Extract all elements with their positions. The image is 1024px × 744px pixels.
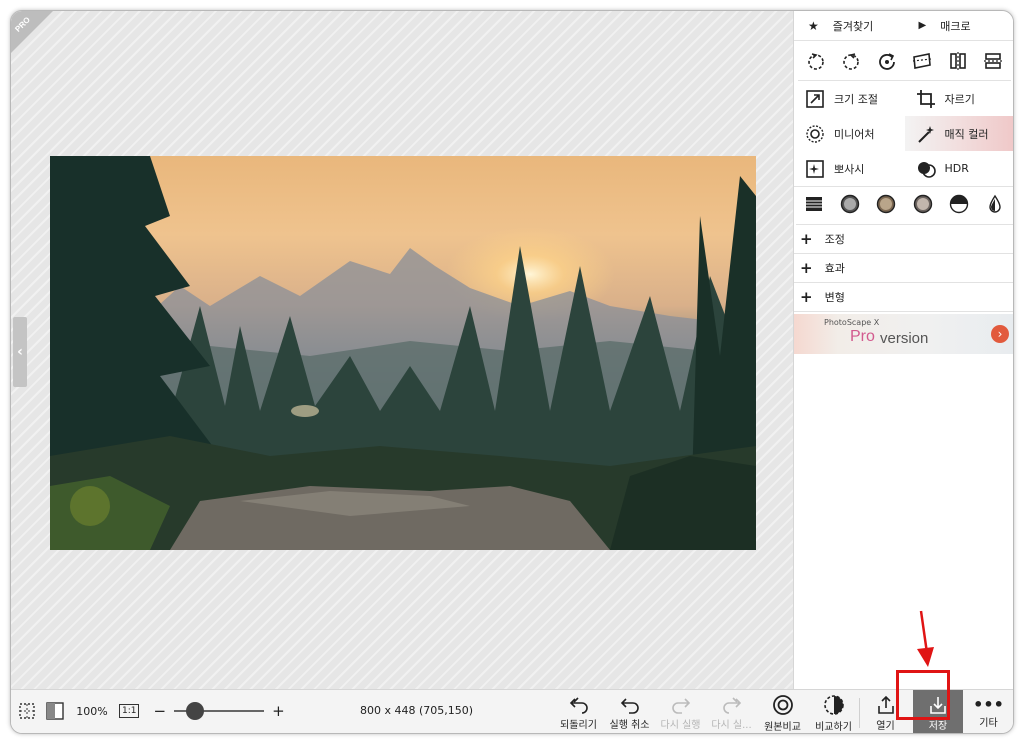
more-button[interactable]: ••• 기타 (963, 690, 1013, 733)
straighten-icon[interactable] (909, 48, 935, 74)
sidebar-top-row: ★ 즐겨찾기 ▶ 매크로 (794, 11, 1014, 41)
more-icon: ••• (973, 694, 1004, 714)
undo-icon (620, 697, 639, 714)
section-adjust[interactable]: + 조정 (794, 225, 1013, 254)
plus-icon: + (800, 259, 813, 277)
miniature-tool[interactable]: 미니어처 (794, 116, 905, 151)
zoom-value[interactable]: 100% (73, 705, 111, 718)
flip-vertical-icon[interactable] (980, 48, 1006, 74)
undo-button[interactable]: 실행 취소 (604, 690, 655, 733)
image-dimensions: 800 x 448 (705,150) (360, 704, 474, 717)
macro-button[interactable]: ▶ 매크로 (905, 18, 1014, 34)
hdr-tool[interactable]: HDR (905, 151, 1014, 186)
share-icon (877, 695, 894, 714)
star-icon: ★ (808, 18, 819, 33)
plus-icon: + (800, 288, 813, 306)
one-to-one-button[interactable]: 1:1 (119, 704, 140, 718)
chevron-right-icon: › (991, 325, 1009, 343)
magic-wand-icon (915, 123, 937, 145)
rotate-free-icon[interactable] (874, 48, 900, 74)
sparkle-icon (804, 158, 826, 180)
annotation-highlight-box (896, 670, 950, 720)
app-window: PRO ‹ ★ 즐겨찾기 ▶ 매크로 크기 조절 자르기 미니어처 매직 컬러 … (10, 10, 1014, 734)
flip-horizontal-icon[interactable] (945, 48, 971, 74)
hdr-icon (915, 158, 937, 180)
resize-tool[interactable]: 크기 조절 (794, 81, 905, 116)
compare-icon (823, 694, 844, 715)
filter-halftone-icon[interactable] (949, 194, 969, 217)
zoom-slider[interactable] (174, 702, 265, 720)
zoom-out-button[interactable]: − (153, 702, 166, 720)
rotate-left-icon[interactable] (803, 48, 829, 74)
tools-sidebar: ★ 즐겨찾기 ▶ 매크로 크기 조절 자르기 미니어처 매직 컬러 뽀사시 HD… (793, 11, 1014, 689)
view-controls: 100% 1:1 − + (17, 701, 285, 721)
crop-tool[interactable]: 자르기 (905, 81, 1014, 116)
crop-icon (915, 88, 937, 110)
redo-all-icon (722, 696, 741, 714)
annotation-arrow (917, 610, 934, 667)
photo-image (50, 156, 756, 550)
compare-original-button[interactable]: 원본비교 (757, 690, 808, 733)
section-transform[interactable]: + 변형 (794, 283, 1013, 312)
miniature-icon (804, 123, 826, 145)
filter-warm-icon[interactable] (913, 194, 933, 217)
filter-row (796, 187, 1013, 225)
rotate-right-icon[interactable] (838, 48, 864, 74)
filter-sepia-icon[interactable] (876, 194, 896, 217)
zoom-in-button[interactable]: + (272, 702, 285, 720)
pro-version-banner[interactable]: PhotoScape X Pro version › (794, 314, 1013, 354)
redo-button[interactable]: 다시 실행 (655, 690, 706, 733)
drop-icon[interactable] (985, 194, 1005, 217)
compare-original-icon (772, 694, 793, 715)
favorites-button[interactable]: ★ 즐겨찾기 (794, 18, 905, 34)
revert-button[interactable]: 되돌리기 (553, 690, 604, 733)
revert-icon (569, 696, 588, 714)
collapse-panel-handle[interactable]: ‹ (13, 317, 27, 387)
resize-icon (804, 88, 826, 110)
filter-gray-icon[interactable] (840, 194, 860, 217)
pro-badge: PRO (11, 11, 55, 55)
compare-button[interactable]: 비교하기 (808, 690, 859, 733)
soft-glow-tool[interactable]: 뽀사시 (794, 151, 905, 186)
redo-icon (671, 697, 690, 714)
zoom-slider-knob[interactable] (186, 702, 205, 720)
selection-grid-icon[interactable] (17, 701, 37, 721)
rotate-flip-row (798, 41, 1011, 81)
bottom-toolbar: 100% 1:1 − + 800 x 448 (705,150) 되돌리기 실행… (11, 689, 1013, 733)
magic-color-tool[interactable]: 매직 컬러 (904, 116, 1013, 151)
redo-all-button[interactable]: 다시 실... (706, 690, 757, 733)
zoom-slider-group: − + (153, 702, 285, 720)
play-icon: ▶ (918, 20, 927, 31)
levels-icon[interactable] (804, 194, 824, 217)
tool-grid: 크기 조절 자르기 미니어처 매직 컬러 뽀사시 HDR (794, 81, 1014, 187)
plus-icon: + (800, 230, 813, 248)
split-view-icon[interactable] (45, 701, 65, 721)
canvas-area[interactable]: PRO ‹ (11, 11, 793, 689)
section-effects[interactable]: + 효과 (794, 254, 1013, 283)
